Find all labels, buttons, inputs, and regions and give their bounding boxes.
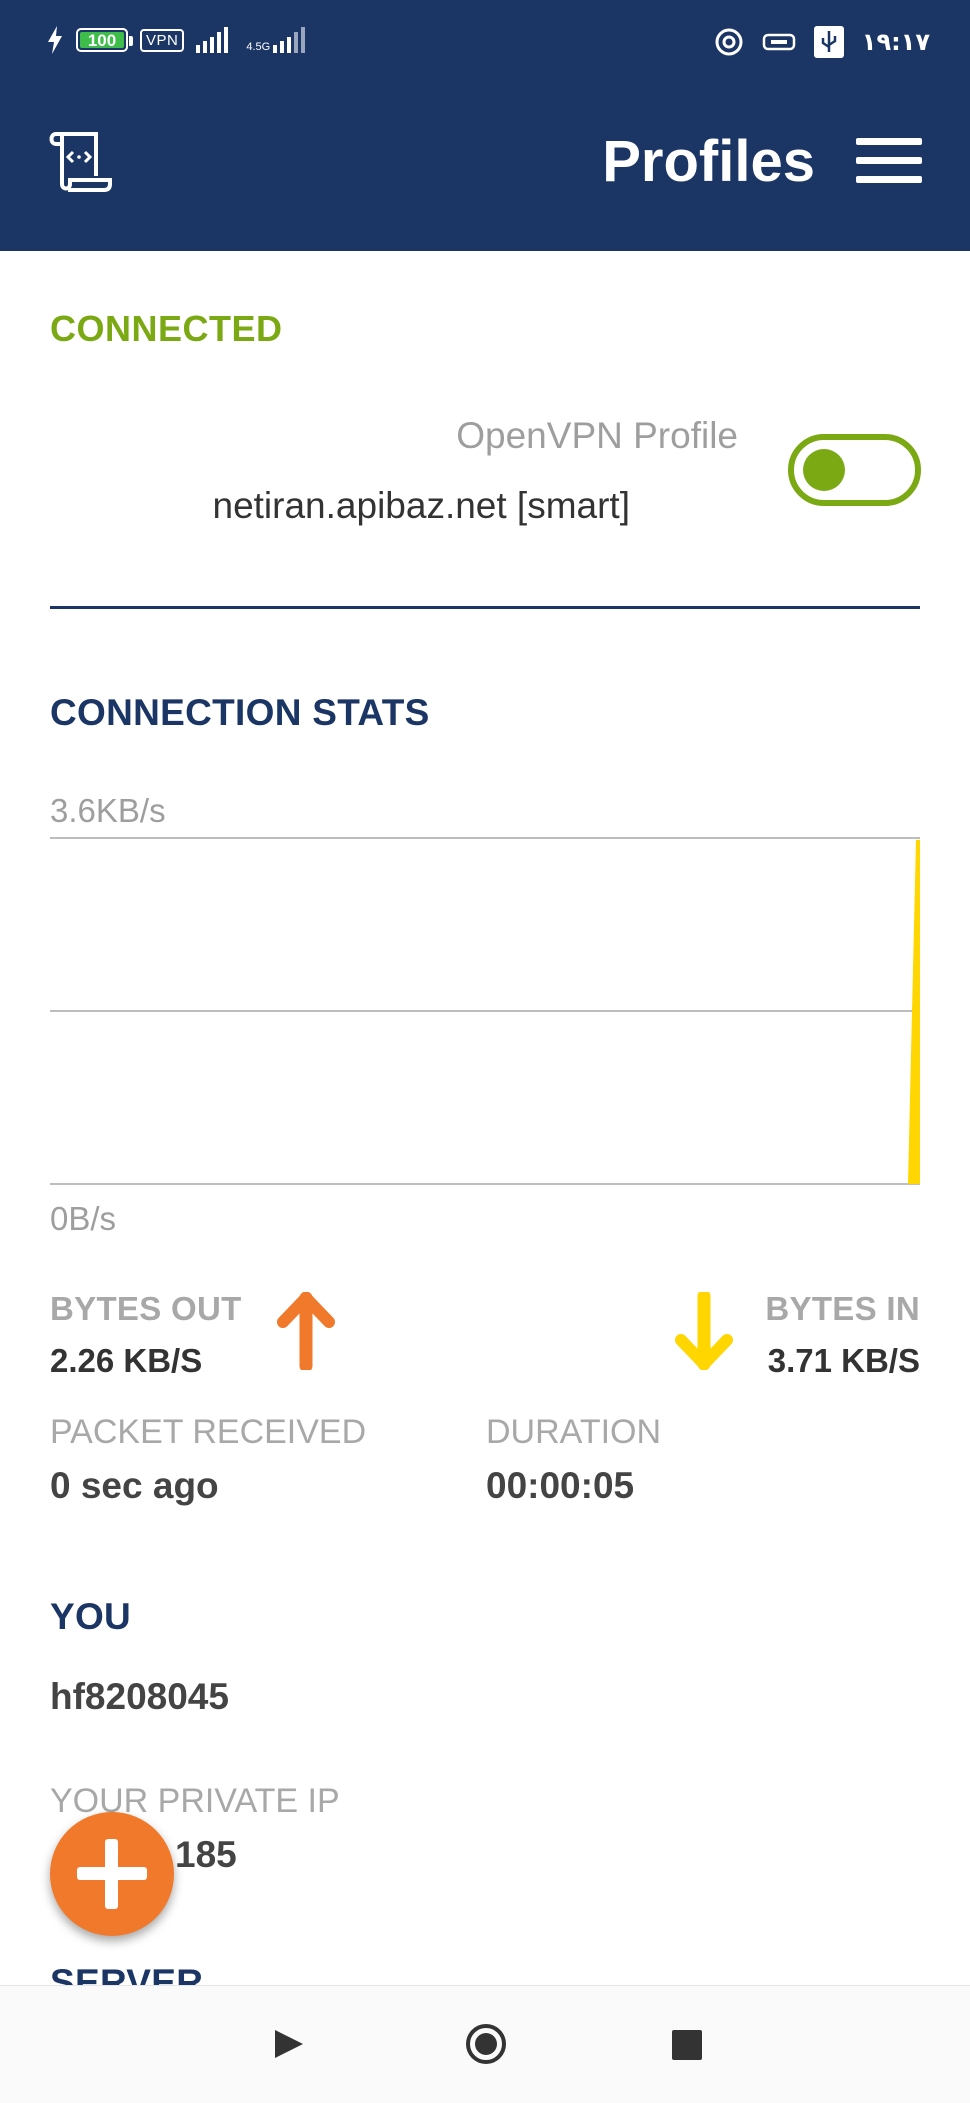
bytes-out-value: 2.26 KB/S [50, 1342, 203, 1379]
bytes-in-label: BYTES IN [765, 1290, 920, 1327]
packet-received-value: 0 sec ago [50, 1465, 219, 1506]
duration-label: DURATION [486, 1413, 662, 1451]
arrow-up-icon [277, 1292, 335, 1370]
duration-value: 00:00:05 [486, 1465, 635, 1506]
bytes-out-label: BYTES OUT [50, 1290, 242, 1327]
chart-y-min-label: 0B/s [50, 1200, 117, 1237]
username: hf8208045 [50, 1676, 229, 1717]
private-ip-value: 185 [175, 1834, 237, 1875]
play-icon[interactable] [273, 2028, 305, 2060]
bytes-in-value: 3.71 KB/S [767, 1342, 920, 1379]
home-circle-icon[interactable] [465, 2023, 507, 2065]
stop-square-icon[interactable] [672, 2030, 702, 2060]
packet-received-label: PACKET RECEIVED [50, 1413, 367, 1451]
traffic-chart [50, 837, 920, 1185]
add-profile-button[interactable] [50, 1812, 174, 1936]
you-title: YOU [50, 1596, 132, 1637]
